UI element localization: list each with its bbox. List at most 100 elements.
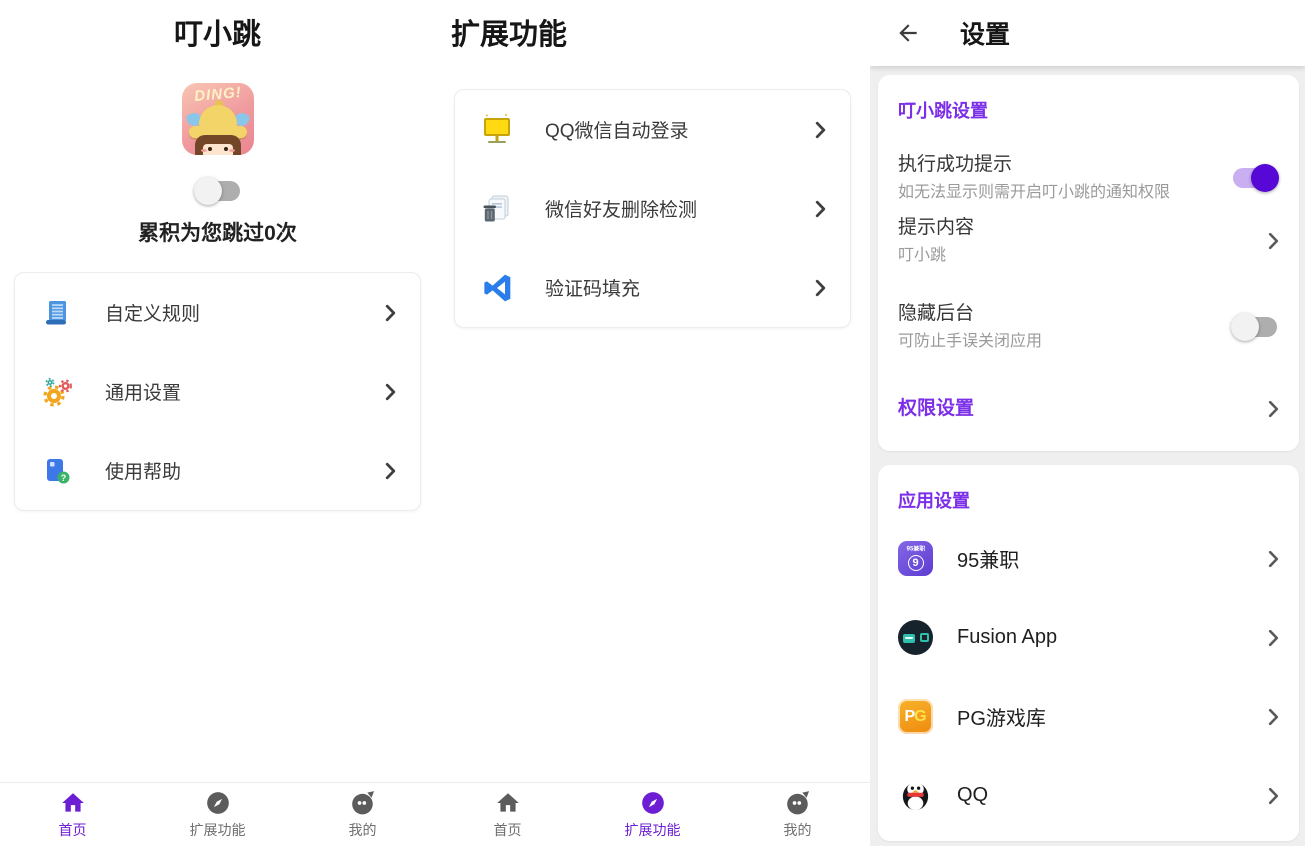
extensions-card: QQ微信自动登录 微信好友删除检测 验证码填充 [454, 89, 851, 328]
chevron-right-icon [815, 121, 826, 139]
help-book-icon: ? [39, 453, 75, 489]
chevron-right-icon [1268, 787, 1279, 805]
chevron-right-icon [385, 383, 396, 401]
chat-bubble-icon [785, 790, 811, 816]
nav-label: 我的 [349, 820, 377, 840]
toggle-thumb [1231, 313, 1259, 341]
menu-item-auto-login[interactable]: QQ微信自动登录 [455, 90, 850, 169]
bottom-nav: 首页 扩展功能 我的 [0, 782, 435, 846]
screenshot-root: 叮小跳 DING! 累积为您跳过0次 自定义规则 [0, 0, 1305, 846]
app-item-qq[interactable]: QQ [878, 756, 1299, 835]
setting-permissions[interactable]: 权限设置 [878, 397, 1299, 451]
chat-bubble-icon [350, 790, 376, 816]
app-settings-card: 应用设置 95兼职 9 95兼职 [878, 465, 1299, 841]
menu-item-label: 通用设置 [105, 378, 385, 405]
home-icon [495, 790, 521, 816]
setting-title: 隐藏后台 [898, 302, 1219, 326]
ding-app-icon: DING! [182, 83, 254, 155]
qq-penguin-icon [898, 778, 933, 813]
page-title: 叮小跳 [0, 0, 435, 53]
nav-home[interactable]: 首页 [435, 783, 580, 846]
chevron-right-icon [385, 462, 396, 480]
fusion-app-icon [898, 620, 933, 655]
girl-blush-icon [229, 149, 235, 152]
rules-icon [39, 295, 75, 331]
compass-icon [205, 790, 231, 816]
menu-item-label: QQ微信自动登录 [545, 116, 815, 143]
nav-mine[interactable]: 我的 [290, 783, 435, 846]
menu-item-custom-rules[interactable]: 自定义规则 [15, 273, 420, 352]
back-arrow-icon [895, 20, 921, 46]
svg-text:?: ? [61, 472, 67, 482]
setting-title: 提示内容 [898, 216, 1256, 240]
skip-counter-text: 累积为您跳过0次 [0, 222, 435, 246]
app-item-95jianzhi[interactable]: 95兼职 9 95兼职 [878, 519, 1299, 598]
setting-success-toast[interactable]: 执行成功提示 如无法显示则需开启叮小跳的通知权限 [878, 153, 1299, 203]
dingxiaotiao-settings-card: 叮小跳设置 执行成功提示 如无法显示则需开启叮小跳的通知权限 提示内容 叮小跳 [878, 75, 1299, 451]
extensions-screen: 扩展功能 QQ微信自动登录 微信好友删除检测 [435, 0, 870, 846]
setting-hide-background[interactable]: 隐藏后台 可防止手误关闭应用 [878, 302, 1299, 352]
app-label: PG游戏库 [957, 702, 1268, 731]
nav-extensions[interactable]: 扩展功能 [145, 783, 290, 846]
page-title: 扩展功能 [435, 0, 870, 53]
menu-item-captcha-fill[interactable]: 验证码填充 [455, 248, 850, 327]
settings-header: 设置 [870, 0, 1305, 66]
master-toggle[interactable] [194, 177, 242, 205]
menu-item-label: 自定义规则 [105, 299, 385, 326]
section-header: 叮小跳设置 [878, 75, 1299, 121]
setting-title: 执行成功提示 [898, 153, 1219, 177]
chevron-right-icon [1268, 708, 1279, 726]
chevron-right-icon [385, 304, 396, 322]
chevron-right-icon [1268, 550, 1279, 568]
girl-eye-icon [208, 147, 212, 151]
menu-item-label: 微信好友删除检测 [545, 195, 815, 222]
chevron-right-icon [1268, 400, 1279, 418]
chevron-right-icon [1268, 629, 1279, 647]
nav-label: 我的 [784, 820, 812, 840]
section-header: 应用设置 [878, 465, 1299, 511]
chevron-right-icon [1268, 232, 1279, 250]
toggle-thumb [194, 177, 222, 205]
home-menu-card: 自定义规则 通用设置 ? 使用帮助 [14, 272, 421, 511]
setting-subtitle: 如无法显示则需开启叮小跳的通知权限 [898, 183, 1219, 203]
chevron-right-icon [815, 279, 826, 297]
girl-blush-icon [201, 149, 207, 152]
chevron-right-icon [815, 200, 826, 218]
nav-label: 首页 [494, 820, 522, 840]
nav-extensions[interactable]: 扩展功能 [580, 783, 725, 846]
nav-label: 扩展功能 [625, 820, 681, 840]
hide-background-toggle[interactable] [1231, 313, 1279, 341]
back-button[interactable] [894, 19, 922, 47]
settings-title: 设置 [960, 15, 1010, 51]
monitor-icon [479, 112, 515, 148]
app-item-pg-games[interactable]: P G PG游戏库 [878, 677, 1299, 756]
pg-games-app-icon: P G [898, 699, 933, 734]
setting-title: 权限设置 [898, 397, 1256, 421]
app-label: QQ [957, 784, 1268, 807]
menu-item-help[interactable]: ? 使用帮助 [15, 431, 420, 510]
toggle-thumb [1251, 164, 1279, 192]
setting-value: 叮小跳 [898, 246, 1256, 266]
app-label: Fusion App [957, 626, 1268, 649]
compass-icon [640, 790, 666, 816]
vscode-icon [479, 270, 515, 306]
nav-home[interactable]: 首页 [0, 783, 145, 846]
bottom-nav: 首页 扩展功能 我的 [435, 782, 870, 846]
success-toast-toggle[interactable] [1231, 164, 1279, 192]
setting-subtitle: 可防止手误关闭应用 [898, 332, 1219, 352]
app-label: 95兼职 [957, 544, 1268, 573]
menu-item-general-settings[interactable]: 通用设置 [15, 352, 420, 431]
home-icon [60, 790, 86, 816]
menu-item-label: 使用帮助 [105, 457, 385, 484]
nav-label: 首页 [59, 820, 87, 840]
home-screen: 叮小跳 DING! 累积为您跳过0次 自定义规则 [0, 0, 435, 846]
95jianzhi-app-icon: 95兼职 9 [898, 541, 933, 576]
girl-eye-icon [224, 147, 228, 151]
nav-mine[interactable]: 我的 [725, 783, 870, 846]
setting-toast-content[interactable]: 提示内容 叮小跳 [878, 216, 1299, 266]
settings-scroll-area[interactable]: 叮小跳设置 执行成功提示 如无法显示则需开启叮小跳的通知权限 提示内容 叮小跳 [870, 66, 1305, 841]
menu-item-friend-delete-detect[interactable]: 微信好友删除检测 [455, 169, 850, 248]
gears-icon [39, 374, 75, 410]
settings-screen: 设置 叮小跳设置 执行成功提示 如无法显示则需开启叮小跳的通知权限 [870, 0, 1305, 846]
app-item-fusion[interactable]: Fusion App [878, 598, 1299, 677]
